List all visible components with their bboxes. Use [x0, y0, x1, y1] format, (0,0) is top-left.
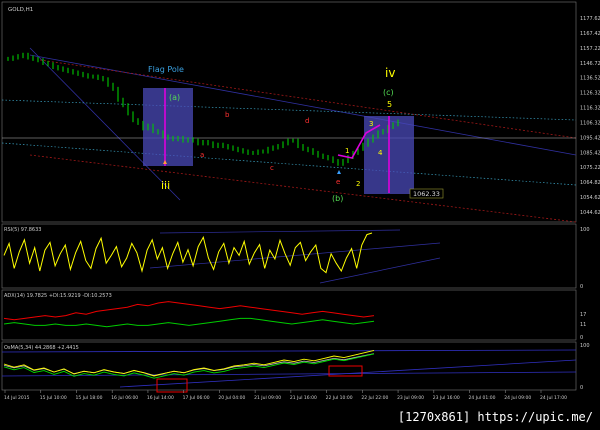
wave-iii-label: iii — [161, 179, 170, 192]
flag-pole-box — [143, 88, 193, 166]
adx-panel-title: ADX(14) 19.7825 +DI:15.9219 -DI:10.2573 — [4, 293, 112, 299]
chart-svg: GOLD,H1 Flag Pole (a) (c) (b) iv iii a b… — [1, 1, 600, 401]
wave-small-a-label: a — [200, 151, 204, 159]
x-axis-tick-label: 24 Jul 17:00 — [540, 395, 567, 401]
price-panel: GOLD,H1 Flag Pole (a) (c) (b) iv iii a b… — [1, 1, 600, 223]
oscillator-panel: OsMA(5,34) 44.2868 +2.4415 100 0 — [1, 341, 590, 393]
price-y-tick-label: 1095.42 — [580, 135, 600, 141]
oscillator-panel-title: OsMA(5,34) 44.2868 +2.4415 — [4, 345, 79, 351]
flag-pole-label: Flag Pole — [148, 65, 184, 74]
oscillator-y-tick-label: 100 — [580, 343, 590, 349]
x-axis-tick-label: 16 Jul 14:00 — [147, 395, 174, 401]
wave-small-e-label: e — [336, 178, 340, 186]
x-axis-tick-label: 24 Jul 01:00 — [469, 395, 496, 401]
rsi-y-tick-label: 0 — [580, 284, 583, 290]
wave-b-paren-label: (b) — [332, 194, 343, 203]
x-axis-tick-label: 22 Jul 10:00 — [326, 395, 353, 401]
price-y-tick-label: 1177.62 — [580, 16, 600, 22]
wave-num-3-label: 3 — [369, 120, 373, 128]
wave-num-2-label: 2 — [356, 180, 360, 188]
price-y-tick-label: 1064.82 — [580, 180, 600, 186]
oscillator-panel-frame — [1, 341, 577, 391]
price-y-tick-label: 1085.42 — [580, 150, 600, 156]
x-axis-tick-label: 24 Jul 09:00 — [504, 395, 531, 401]
x-axis-tick-label: 21 Jul 16:00 — [290, 395, 317, 401]
rsi-y-axis: 100 0 — [580, 227, 590, 290]
x-axis-tick-label: 21 Jul 09:00 — [254, 395, 281, 401]
adx-y-tick-label: 11 — [580, 322, 586, 328]
x-axis-tick-label: 15 Jul 10:00 — [40, 395, 67, 401]
x-axis: 14 Jul 2015 15 Jul 10:00 15 Jul 18:00 16 Ju… — [4, 390, 567, 401]
x-axis-tick-label: 20 Jul 04:00 — [218, 395, 245, 401]
x-axis-tick-label: 14 Jul 2015 — [4, 395, 30, 401]
oscillator-y-axis: 100 0 — [580, 343, 590, 391]
price-y-tick-label: 1146.72 — [580, 61, 600, 67]
wave-small-b-label: b — [225, 111, 230, 119]
chart-root: GOLD,H1 Flag Pole (a) (c) (b) iv iii a b… — [0, 0, 600, 426]
x-axis-tick-label: 17 Jul 06:00 — [183, 395, 210, 401]
price-y-axis: 1177.62 1167.42 1157.22 1146.72 1136.52 1126.… — [580, 16, 600, 216]
price-panel-title: GOLD,H1 — [8, 7, 33, 13]
x-axis-tick-label: 16 Jul 06:00 — [111, 395, 138, 401]
price-y-tick-label: 1106.32 — [580, 120, 600, 126]
price-y-tick-label: 1126.32 — [580, 91, 600, 97]
wave-small-d-label: d — [305, 117, 309, 125]
rsi-panel: RSI(5) 97.8633 100 0 — [1, 223, 590, 290]
price-tag-label: 1062.33 — [413, 190, 440, 198]
rsi-panel-title: RSI(5) 97.8633 — [4, 227, 41, 233]
x-axis-tick-label: 23 Jul 09:00 — [397, 395, 424, 401]
price-y-tick-label: 1116.32 — [580, 106, 600, 112]
wave-num-4-label: 4 — [378, 149, 383, 157]
wave-c-paren-label: (c) — [383, 88, 394, 97]
wave-a-paren-label: (a) — [169, 93, 180, 102]
price-y-tick-label: 1054.62 — [580, 195, 600, 201]
rsi-y-tick-label: 100 — [580, 227, 590, 233]
price-y-tick-label: 1075.22 — [580, 165, 600, 171]
watermark: [1270x861] https://upic.me/ — [392, 409, 598, 425]
x-axis-tick-label: 23 Jul 16:00 — [433, 395, 460, 401]
wave-iv-label: iv — [385, 66, 395, 80]
price-y-tick-label: 1136.52 — [580, 76, 600, 82]
x-axis-tick-label: 15 Jul 18:00 — [75, 395, 102, 401]
adx-y-axis: 17 11 0 — [580, 312, 586, 341]
adx-panel: ADX(14) 19.7825 +DI:15.9219 -DI:10.2573 … — [1, 289, 586, 341]
price-y-tick-label: 1157.22 — [580, 46, 600, 52]
price-y-tick-label: 1167.42 — [580, 31, 600, 37]
price-panel-frame — [1, 1, 577, 223]
adx-y-tick-label: 0 — [580, 335, 583, 341]
adx-y-tick-label: 17 — [580, 312, 586, 318]
x-axis-tick-label: 22 Jul 22:00 — [361, 395, 388, 401]
price-y-tick-label: 1044.62 — [580, 210, 600, 216]
wave-num-5-label: 5 — [387, 100, 392, 109]
wave-small-c-label: c — [270, 164, 274, 172]
wave-num-1-label: 1 — [345, 147, 349, 155]
oscillator-y-tick-label: 0 — [580, 385, 583, 391]
